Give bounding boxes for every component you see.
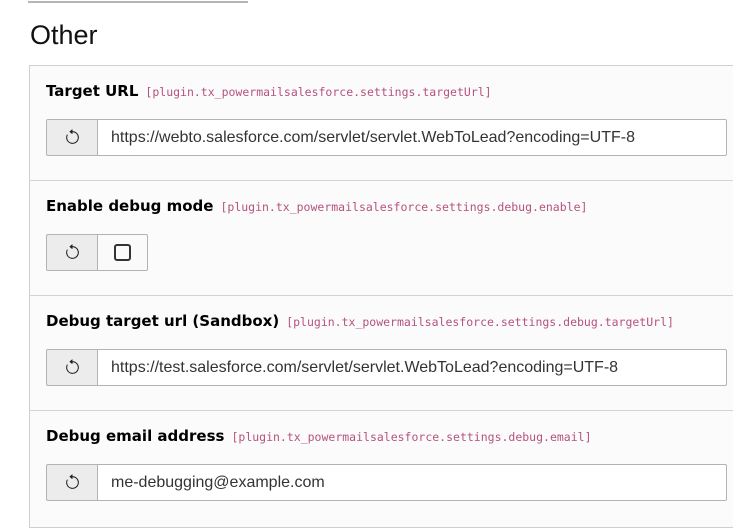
constant-path: [plugin.tx_powermailsalesforce.settings.… [286, 315, 674, 329]
input-group [46, 119, 727, 156]
truncated-element-above [28, 1, 248, 3]
setting-row-target-url: Target URL [plugin.tx_powermailsalesforc… [30, 66, 733, 180]
setting-label: Enable debug mode [plugin.tx_powermailsa… [46, 196, 727, 217]
reset-default-button[interactable] [46, 349, 98, 386]
checkbox-unchecked-icon [114, 244, 131, 261]
setting-label: Debug target url (Sandbox) [plugin.tx_po… [46, 311, 727, 332]
undo-reset-icon [64, 129, 81, 146]
setting-row-debug-email: Debug email address [plugin.tx_powermail… [30, 410, 733, 525]
setting-label-text: Enable debug mode [46, 197, 214, 215]
undo-reset-icon [64, 474, 81, 491]
input-group [46, 464, 727, 501]
setting-label-text: Target URL [46, 82, 139, 100]
setting-row-debug-target-url: Debug target url (Sandbox) [plugin.tx_po… [30, 295, 733, 410]
constant-path: [plugin.tx_powermailsalesforce.settings.… [145, 85, 492, 99]
setting-row-enable-debug-mode: Enable debug mode [plugin.tx_powermailsa… [30, 180, 733, 295]
undo-reset-icon [64, 244, 81, 261]
reset-default-button[interactable] [46, 464, 98, 501]
reset-default-button[interactable] [46, 119, 98, 156]
reset-default-button[interactable] [46, 234, 98, 271]
input-group [46, 234, 727, 271]
debug-email-input[interactable] [97, 464, 727, 501]
setting-label: Debug email address [plugin.tx_powermail… [46, 426, 727, 447]
setting-label-text: Debug email address [46, 427, 225, 445]
setting-label-text: Debug target url (Sandbox) [46, 312, 280, 330]
debug-target-url-input[interactable] [97, 349, 727, 386]
category-heading: Other [30, 20, 98, 50]
setting-label: Target URL [plugin.tx_powermailsalesforc… [46, 81, 727, 102]
constant-path: [plugin.tx_powermailsalesforce.settings.… [220, 200, 588, 214]
constant-path: [plugin.tx_powermailsalesforce.settings.… [231, 430, 592, 444]
input-group [46, 349, 727, 386]
undo-reset-icon [64, 359, 81, 376]
settings-panel: Target URL [plugin.tx_powermailsalesforc… [29, 65, 733, 528]
debug-enable-checkbox[interactable] [97, 234, 148, 271]
target-url-input[interactable] [97, 119, 727, 156]
